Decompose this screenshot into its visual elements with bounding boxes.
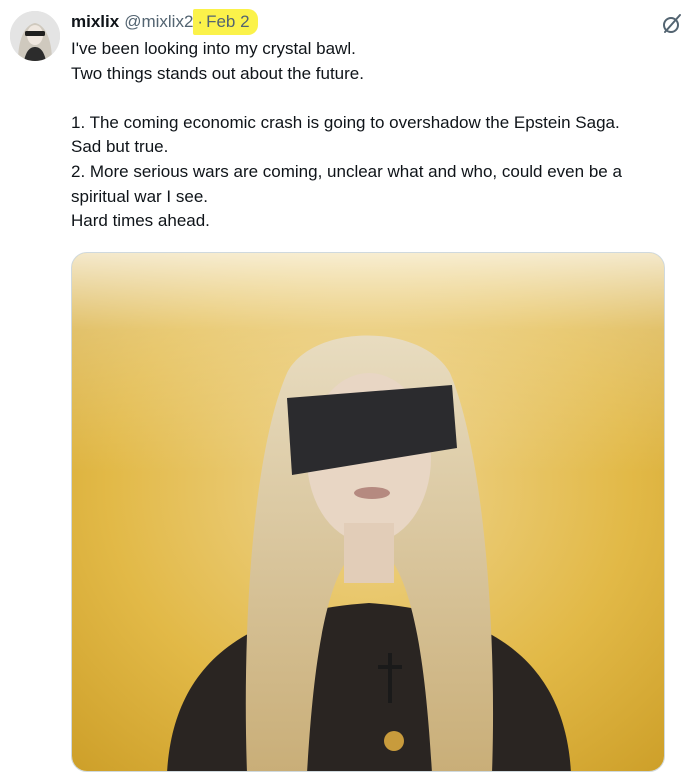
tweet-line: 1. The coming economic crash is going to…	[71, 112, 620, 132]
display-name[interactable]: mixlix	[71, 12, 119, 32]
tweet-line: Hard times ahead.	[71, 211, 210, 231]
user-handle[interactable]: @mixlix2	[124, 12, 193, 32]
date-highlight: · Feb 2	[193, 9, 258, 35]
separator-dot: ·	[197, 12, 204, 31]
blindfolded-woman-photo	[72, 253, 664, 771]
tweet-line: 2. More serious wars are coming, unclear…	[71, 161, 622, 181]
tweet-text: I've been looking into my crystal bawl. …	[71, 37, 696, 234]
tweet-media-image[interactable]	[71, 252, 665, 772]
tweet-line: Two things stands out about the future.	[71, 63, 364, 83]
avatar[interactable]	[10, 11, 60, 61]
tweet-header: mixlix @mixlix2 · Feb 2	[71, 9, 258, 35]
tweet-date[interactable]: Feb 2	[206, 12, 249, 32]
tweet-line: spiritual war I see.	[71, 186, 208, 206]
tweet-card[interactable]: mixlix @mixlix2 · Feb 2 I've been lookin…	[0, 0, 697, 772]
avatar-image	[10, 11, 60, 61]
grok-icon[interactable]	[660, 12, 684, 36]
tweet-line	[71, 86, 696, 111]
tweet-line: Sad but true.	[71, 137, 169, 157]
tweet-line: I've been looking into my crystal bawl.	[71, 39, 356, 58]
